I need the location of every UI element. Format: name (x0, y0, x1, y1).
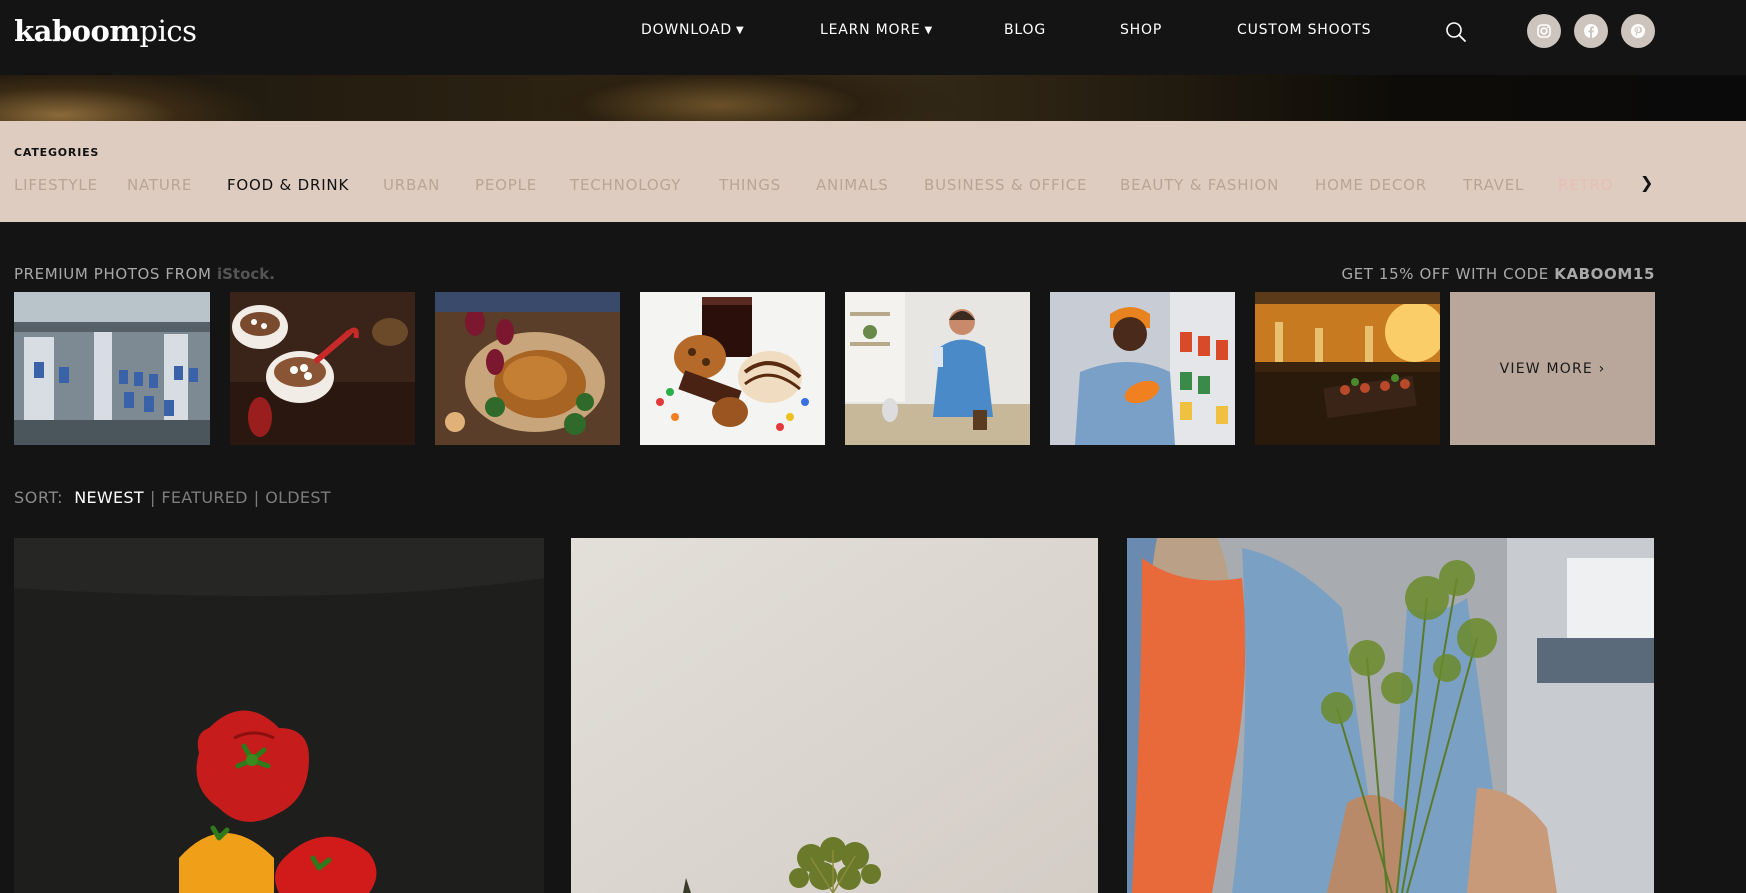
category-lifestyle[interactable]: LIFESTYLE (14, 176, 98, 194)
category-beauty-fashion[interactable]: BEAUTY & FASHION (1120, 176, 1279, 194)
istock-logo[interactable]: iStock. (217, 265, 275, 283)
category-things[interactable]: THINGS (719, 176, 781, 194)
sort-featured[interactable]: FEATURED (155, 488, 253, 507)
view-more-button[interactable]: VIEW MORE › (1450, 292, 1655, 445)
premium-thumbnail[interactable] (640, 292, 825, 445)
facebook-icon[interactable] (1574, 14, 1608, 48)
premium-photos-label: PREMIUM PHOTOS FROM iStock. (14, 265, 275, 283)
category-nature[interactable]: NATURE (127, 176, 192, 194)
gallery-photo[interactable] (571, 538, 1098, 893)
category-technology[interactable]: TECHNOLOGY (570, 176, 681, 194)
site-header: kaboompics DOWNLOAD ▼ LEARN MORE ▼ BLOG SH… (0, 0, 1746, 75)
category-retro[interactable]: RETRO (1558, 176, 1613, 194)
nav-custom-shoots[interactable]: CUSTOM SHOOTS (1237, 22, 1371, 38)
gallery-photo[interactable] (1127, 538, 1654, 893)
categories-bar: CATEGORIES LIFESTYLE NATURE FOOD & DRINK… (0, 121, 1746, 222)
nav-blog[interactable]: BLOG (1004, 22, 1046, 38)
sort-newest[interactable]: NEWEST (68, 488, 150, 507)
premium-thumbnail[interactable] (1050, 292, 1235, 445)
nav-shop[interactable]: SHOP (1120, 22, 1162, 38)
search-icon[interactable] (1444, 20, 1468, 44)
chevron-right-icon[interactable]: ❯ (1640, 173, 1660, 193)
premium-thumbnail[interactable] (435, 292, 620, 445)
category-food-drink[interactable]: FOOD & DRINK (227, 176, 349, 194)
category-travel[interactable]: TRAVEL (1463, 176, 1524, 194)
instagram-icon[interactable] (1527, 14, 1561, 48)
categories-title: CATEGORIES (14, 146, 100, 159)
kaboompics-logo[interactable]: kaboompics (14, 14, 197, 48)
premium-thumbnail[interactable] (845, 292, 1030, 445)
nav-learn-more[interactable]: LEARN MORE ▼ (820, 22, 933, 38)
chevron-down-icon: ▼ (735, 25, 745, 36)
gallery-photo[interactable] (14, 538, 544, 893)
pinterest-icon[interactable] (1621, 14, 1655, 48)
category-animals[interactable]: ANIMALS (816, 176, 889, 194)
hero-image (0, 75, 1746, 121)
premium-thumbnail[interactable] (230, 292, 415, 445)
category-urban[interactable]: URBAN (383, 176, 440, 194)
premium-thumbnail[interactable] (1255, 292, 1440, 445)
nav-download[interactable]: DOWNLOAD ▼ (641, 22, 744, 38)
promo-code-text: GET 15% OFF WITH CODE KABOOM15 (1341, 265, 1655, 283)
sort-oldest[interactable]: OLDEST (259, 488, 337, 507)
chevron-down-icon: ▼ (924, 25, 934, 36)
category-business-office[interactable]: BUSINESS & OFFICE (924, 176, 1087, 194)
premium-thumbnail[interactable] (14, 292, 210, 445)
sort-bar: SORT: NEWEST | FEATURED | OLDEST (14, 488, 337, 508)
category-people[interactable]: PEOPLE (475, 176, 537, 194)
sort-label: SORT: (14, 488, 64, 507)
category-home-decor[interactable]: HOME DECOR (1315, 176, 1427, 194)
